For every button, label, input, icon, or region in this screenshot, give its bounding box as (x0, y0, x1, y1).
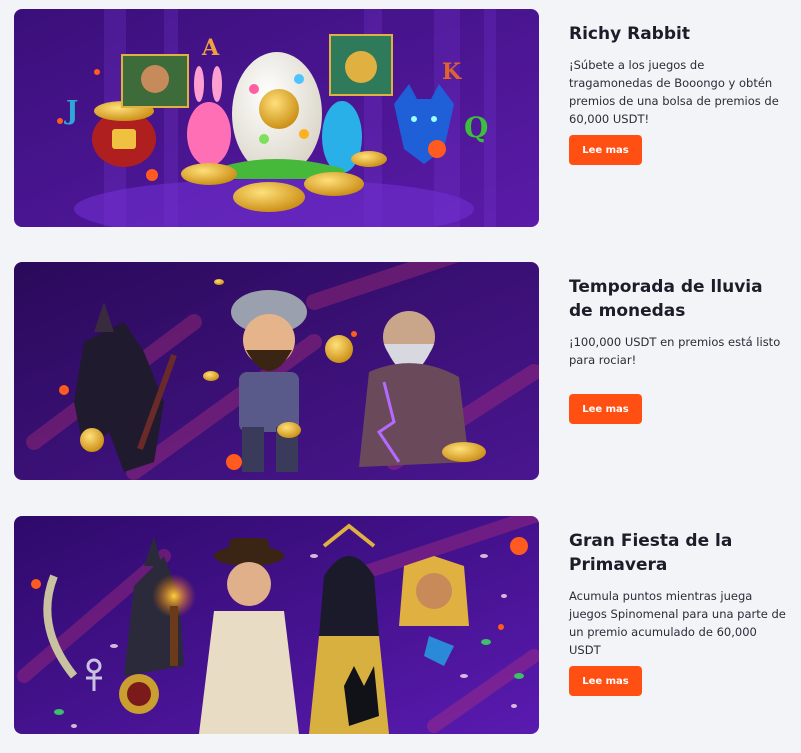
promo-title: Gran Fiesta de la Primavera (569, 531, 733, 575)
read-more-button[interactable]: Lee mas (569, 394, 642, 424)
promo-card-gran-fiesta: Gran Fiesta de la Primavera Acumula punt… (14, 516, 801, 734)
letter-j: J (64, 96, 78, 126)
promo-card-lluvia-monedas: Temporada de lluvia de monedas ¡100,000 … (14, 262, 801, 480)
promo-description: Acumula puntos mientras juega juegos Spi… (569, 589, 786, 657)
letter-a: A (201, 35, 220, 61)
promo-description: ¡100,000 USDT en premios está listo para… (569, 335, 781, 367)
promo-title: Richy Rabbit (569, 24, 690, 44)
read-more-button[interactable]: Lee mas (569, 135, 642, 165)
promo-banner-image[interactable] (14, 516, 539, 734)
promo-info: Gran Fiesta de la Primavera Acumula punt… (569, 516, 789, 659)
promo-card-richy-rabbit: J A K Q Richy Rabbit ¡Súbete a los juego… (14, 9, 801, 227)
promo-description: ¡Súbete a los juegos de tragamonedas de … (569, 58, 779, 126)
letter-k: K (442, 59, 462, 85)
promo-info: Temporada de lluvia de monedas ¡100,000 … (569, 262, 789, 369)
letter-q: Q (464, 111, 488, 144)
promo-banner-image[interactable] (14, 262, 539, 480)
read-more-button[interactable]: Lee mas (569, 666, 642, 696)
promo-title: Temporada de lluvia de monedas (569, 277, 763, 321)
promo-banner-image[interactable]: J A K Q (14, 9, 539, 227)
promo-info: Richy Rabbit ¡Súbete a los juegos de tra… (569, 9, 789, 128)
